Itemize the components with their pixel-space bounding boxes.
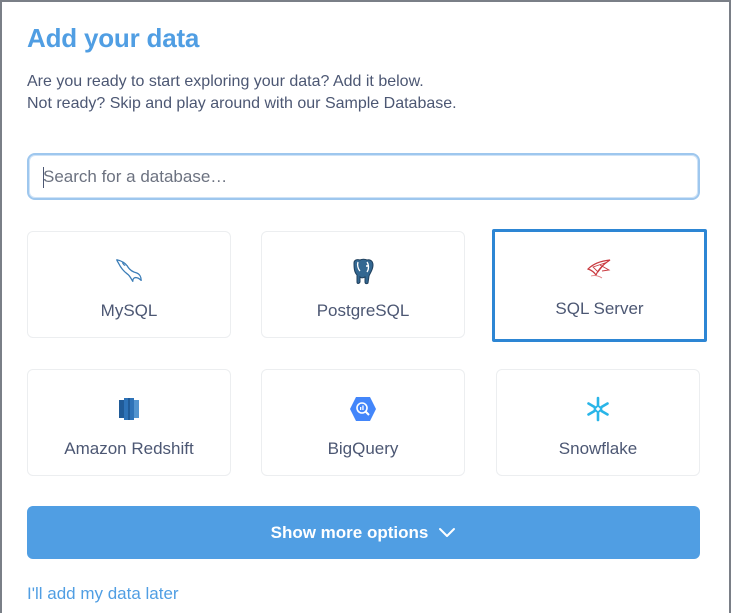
database-card-sql-server[interactable]: SQL Server (492, 229, 707, 342)
database-card-postgresql[interactable]: PostgreSQL (261, 231, 465, 338)
redshift-icon (114, 394, 144, 424)
database-card-bigquery[interactable]: BigQuery (261, 369, 465, 476)
database-card-label: Snowflake (558, 439, 638, 458)
add-data-later-link[interactable]: I'll add my data later (27, 584, 179, 604)
description-line-1: Are you ready to start exploring your da… (27, 73, 424, 90)
page-title: Add your data (27, 23, 200, 53)
database-card-mysql[interactable]: MySQL (27, 231, 231, 338)
show-more-options-label: Show more options (270, 522, 429, 542)
page-description: Are you ready to start exploring your da… (27, 71, 457, 115)
sql-server-icon (585, 254, 615, 284)
database-card-label: SQL Server (555, 299, 644, 318)
database-card-label: Amazon Redshift (64, 439, 194, 458)
database-search-box[interactable] (27, 153, 700, 200)
database-card-label: PostgreSQL (316, 301, 410, 320)
postgresql-elephant-icon (348, 256, 378, 286)
mysql-dolphin-icon (114, 256, 144, 286)
show-more-options-button[interactable]: Show more options (27, 506, 700, 559)
description-line-2: Not ready? Skip and play around with our… (27, 95, 457, 112)
database-card-label: MySQL (100, 301, 158, 320)
text-cursor (43, 167, 44, 188)
chevron-down-icon (438, 523, 456, 543)
database-card-amazon-redshift[interactable]: Amazon Redshift (27, 369, 231, 476)
database-search-input[interactable] (29, 155, 698, 198)
database-card-label: BigQuery (327, 439, 399, 458)
snowflake-icon (583, 394, 613, 424)
add-data-panel: Add your data Are you ready to start exp… (0, 0, 731, 613)
database-card-snowflake[interactable]: Snowflake (496, 369, 700, 476)
bigquery-icon (348, 394, 378, 424)
